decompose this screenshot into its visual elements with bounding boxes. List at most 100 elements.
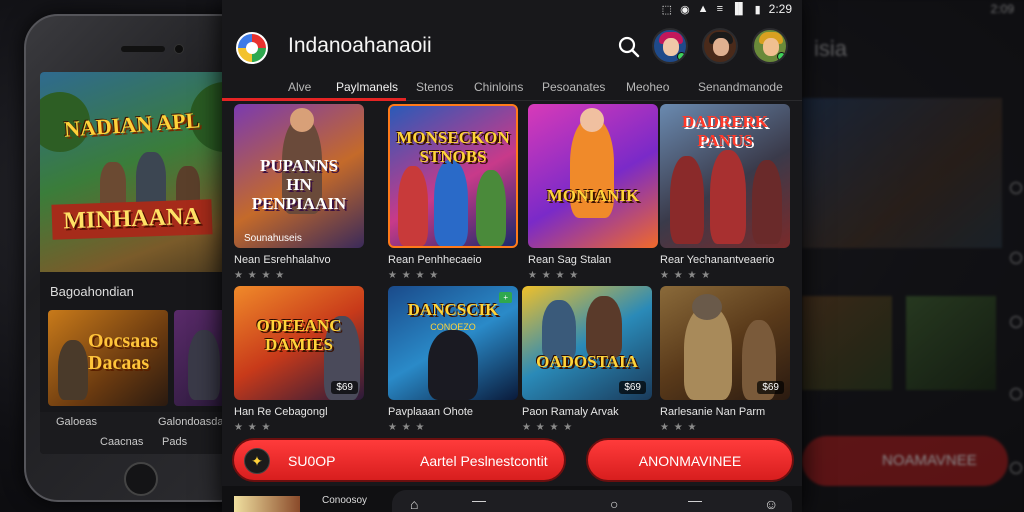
app-logo[interactable] — [236, 32, 268, 64]
shop-button-label: SU0OP — [288, 453, 336, 469]
avatar-2[interactable] — [702, 28, 738, 64]
game-art: MONSECKON STNOBS — [388, 104, 518, 248]
game-art-title: DANCSCIK — [407, 300, 499, 319]
game-card[interactable]: DANCSCIK CONOEZO + Pavplaaan Ohote ★ ★ ★ — [388, 286, 518, 433]
right-side-dot-1 — [1010, 182, 1022, 194]
game-art: PUPANNS HN PENPIAAIN Sounahuseis — [234, 104, 364, 248]
game-card[interactable]: MONIANIK Rean Sag Stalan ★ ★ ★ ★ — [528, 104, 658, 281]
game-art-title: PUPANNS HN PENPIAAIN — [251, 156, 347, 213]
new-tag: + — [499, 292, 512, 303]
game-art-title: DADRERK PANUS — [682, 112, 768, 150]
right-phone-blurred: 2:09 isia NOAMAVNEE — [802, 0, 1024, 512]
rating-stars: ★ ★ ★ — [234, 422, 272, 433]
nav-handle-icon[interactable]: — — [688, 492, 702, 508]
game-name: Pavplaaan Ohote — [388, 406, 474, 418]
price-badge: $69 — [619, 381, 646, 394]
location-icon: ▲ — [697, 3, 709, 15]
left-section-label: Bagoahondian — [50, 284, 134, 299]
right-phone-tile-1 — [802, 296, 892, 390]
app-screen: ⬚ ◉ ▲ ≡ ▐▌ ▮ 2:29 Indanoahanaoii Alve Pa… — [222, 0, 802, 512]
promo-scene: NADIAN APL MINHAANA Bagoahondian Oocsaas… — [0, 0, 1024, 512]
game-card[interactable]: PUPANNS HN PENPIAAIN Sounahuseis Nean Es… — [234, 104, 364, 281]
signal-icon: ▐▌ — [730, 3, 747, 15]
shop-button[interactable]: ✦ SU0OP Aartel Peslnestcontit — [232, 438, 566, 482]
right-phone-install-button: NOAMAVNEE — [802, 436, 1008, 486]
home-icon[interactable]: ⌂ — [410, 496, 418, 512]
mini-label: Conoosoy — [322, 495, 368, 506]
game-name: Rear Yechanantveaerio — [660, 254, 775, 266]
search-icon[interactable] — [618, 36, 640, 58]
left-tab-4[interactable]: Galondoasda — [158, 416, 223, 428]
mini-thumbnail[interactable] — [234, 496, 300, 512]
status-time: 2:29 — [768, 2, 792, 16]
circle-icon[interactable]: ○ — [610, 496, 618, 512]
profile-icon[interactable]: ☺ — [764, 496, 778, 512]
tab-4[interactable]: Pesoanates — [542, 80, 605, 94]
right-side-dot-3 — [1010, 316, 1022, 328]
online-status-dot — [677, 52, 686, 61]
right-phone-title: isia — [814, 36, 848, 61]
tab-3[interactable]: Chinloins — [474, 80, 523, 94]
notification-icon: ◉ — [680, 3, 690, 16]
wifi-icon: ≡ — [716, 3, 723, 15]
battery-icon: ▮ — [754, 3, 761, 16]
price-badge: $69 — [331, 381, 358, 394]
install-button-label: ANONMAVINEE — [638, 453, 742, 469]
right-side-dot-5 — [1010, 462, 1022, 474]
tab-0[interactable]: Alve — [288, 80, 311, 94]
game-art-title: OADOSTAIA — [536, 352, 638, 371]
tab-1[interactable]: Paylmanels — [336, 80, 398, 94]
game-name: Nean Esrehhalahvo — [234, 254, 331, 266]
game-card[interactable]: $69 Rarlesanie Nan Parm ★ ★ ★ — [660, 286, 790, 433]
phone-camera — [174, 44, 184, 54]
left-thumb-1[interactable]: Oocsaas Dacaas — [48, 310, 168, 406]
rating-stars: ★ ★ ★ — [388, 422, 426, 433]
left-tab-3[interactable]: Pads — [162, 436, 187, 448]
game-art: DANCSCIK CONOEZO + — [388, 286, 518, 400]
avatar-1[interactable] — [652, 28, 688, 64]
game-art: OADOSTAIA $69 — [522, 286, 652, 400]
game-art-title: ODEEANC DAMIES — [256, 316, 342, 354]
right-status-time: 2:09 — [990, 2, 1014, 16]
tab-6[interactable]: Senandmanode — [698, 80, 783, 94]
right-phone-banner — [802, 98, 1002, 248]
game-card[interactable]: ODEEANC DAMIES $69 Han Re Cebagongl ★ ★ … — [234, 286, 364, 433]
game-art-title: MONSECKON STNOBS — [396, 128, 510, 166]
price-badge: $69 — [757, 381, 784, 394]
rating-stars: ★ ★ ★ ★ — [388, 270, 440, 281]
left-thumb-title: Oocsaas Dacaas — [88, 330, 158, 374]
rating-stars: ★ ★ ★ ★ — [660, 270, 712, 281]
tab-5[interactable]: Meoheo — [626, 80, 669, 94]
right-phone-button-label: NOAMAVNEE — [882, 452, 977, 469]
right-side-dot-4 — [1010, 388, 1022, 400]
online-status-dot — [777, 52, 786, 61]
nav-handle-icon[interactable]: — — [472, 492, 486, 508]
app-header: Indanoahanaoii — [222, 18, 802, 76]
phone-home-button[interactable] — [124, 462, 158, 496]
game-card[interactable]: MONSECKON STNOBS Rean Penhhecaeio ★ ★ ★ … — [388, 104, 518, 281]
app-title: Indanoahanaoii — [288, 34, 432, 57]
install-button[interactable]: ANONMAVINEE — [586, 438, 794, 482]
tab-2[interactable]: Stenos — [416, 80, 453, 94]
right-side-dot-2 — [1010, 252, 1022, 264]
avatar-3[interactable] — [752, 28, 788, 64]
left-hero-banner[interactable]: NADIAN APL MINHAANA — [40, 72, 240, 272]
left-tab-1[interactable]: Galoeas — [56, 416, 97, 428]
game-art-subtitle: Sounahuseis — [244, 233, 302, 244]
game-art: $69 — [660, 286, 790, 400]
shop-icon: ✦ — [244, 448, 270, 474]
shop-button-sublabel: Aartel Peslnestcontit — [420, 453, 548, 469]
category-tabs: Alve Paylmanels Stenos Chinloins Pesoana… — [222, 76, 802, 100]
left-phone-mockup: NADIAN APL MINHAANA Bagoahondian Oocsaas… — [24, 14, 254, 502]
game-card[interactable]: DADRERK PANUS Rear Yechanantveaerio ★ ★ … — [660, 104, 790, 281]
game-art-title: MONIANIK — [546, 186, 640, 205]
game-name: Rean Penhhecaeio — [388, 254, 482, 266]
rating-stars: ★ ★ ★ ★ — [234, 270, 286, 281]
phone-speaker — [121, 46, 165, 52]
rating-stars: ★ ★ ★ ★ — [522, 422, 574, 433]
game-art: ODEEANC DAMIES $69 — [234, 286, 364, 400]
left-tab-2[interactable]: Caacnas — [100, 436, 143, 448]
game-card[interactable]: OADOSTAIA $69 Paon Ramaly Arvak ★ ★ ★ ★ — [522, 286, 652, 433]
bottom-strip: Conoosoy ⌂ — ○ — ☺ — [222, 486, 802, 512]
rating-stars: ★ ★ ★ ★ — [528, 270, 580, 281]
